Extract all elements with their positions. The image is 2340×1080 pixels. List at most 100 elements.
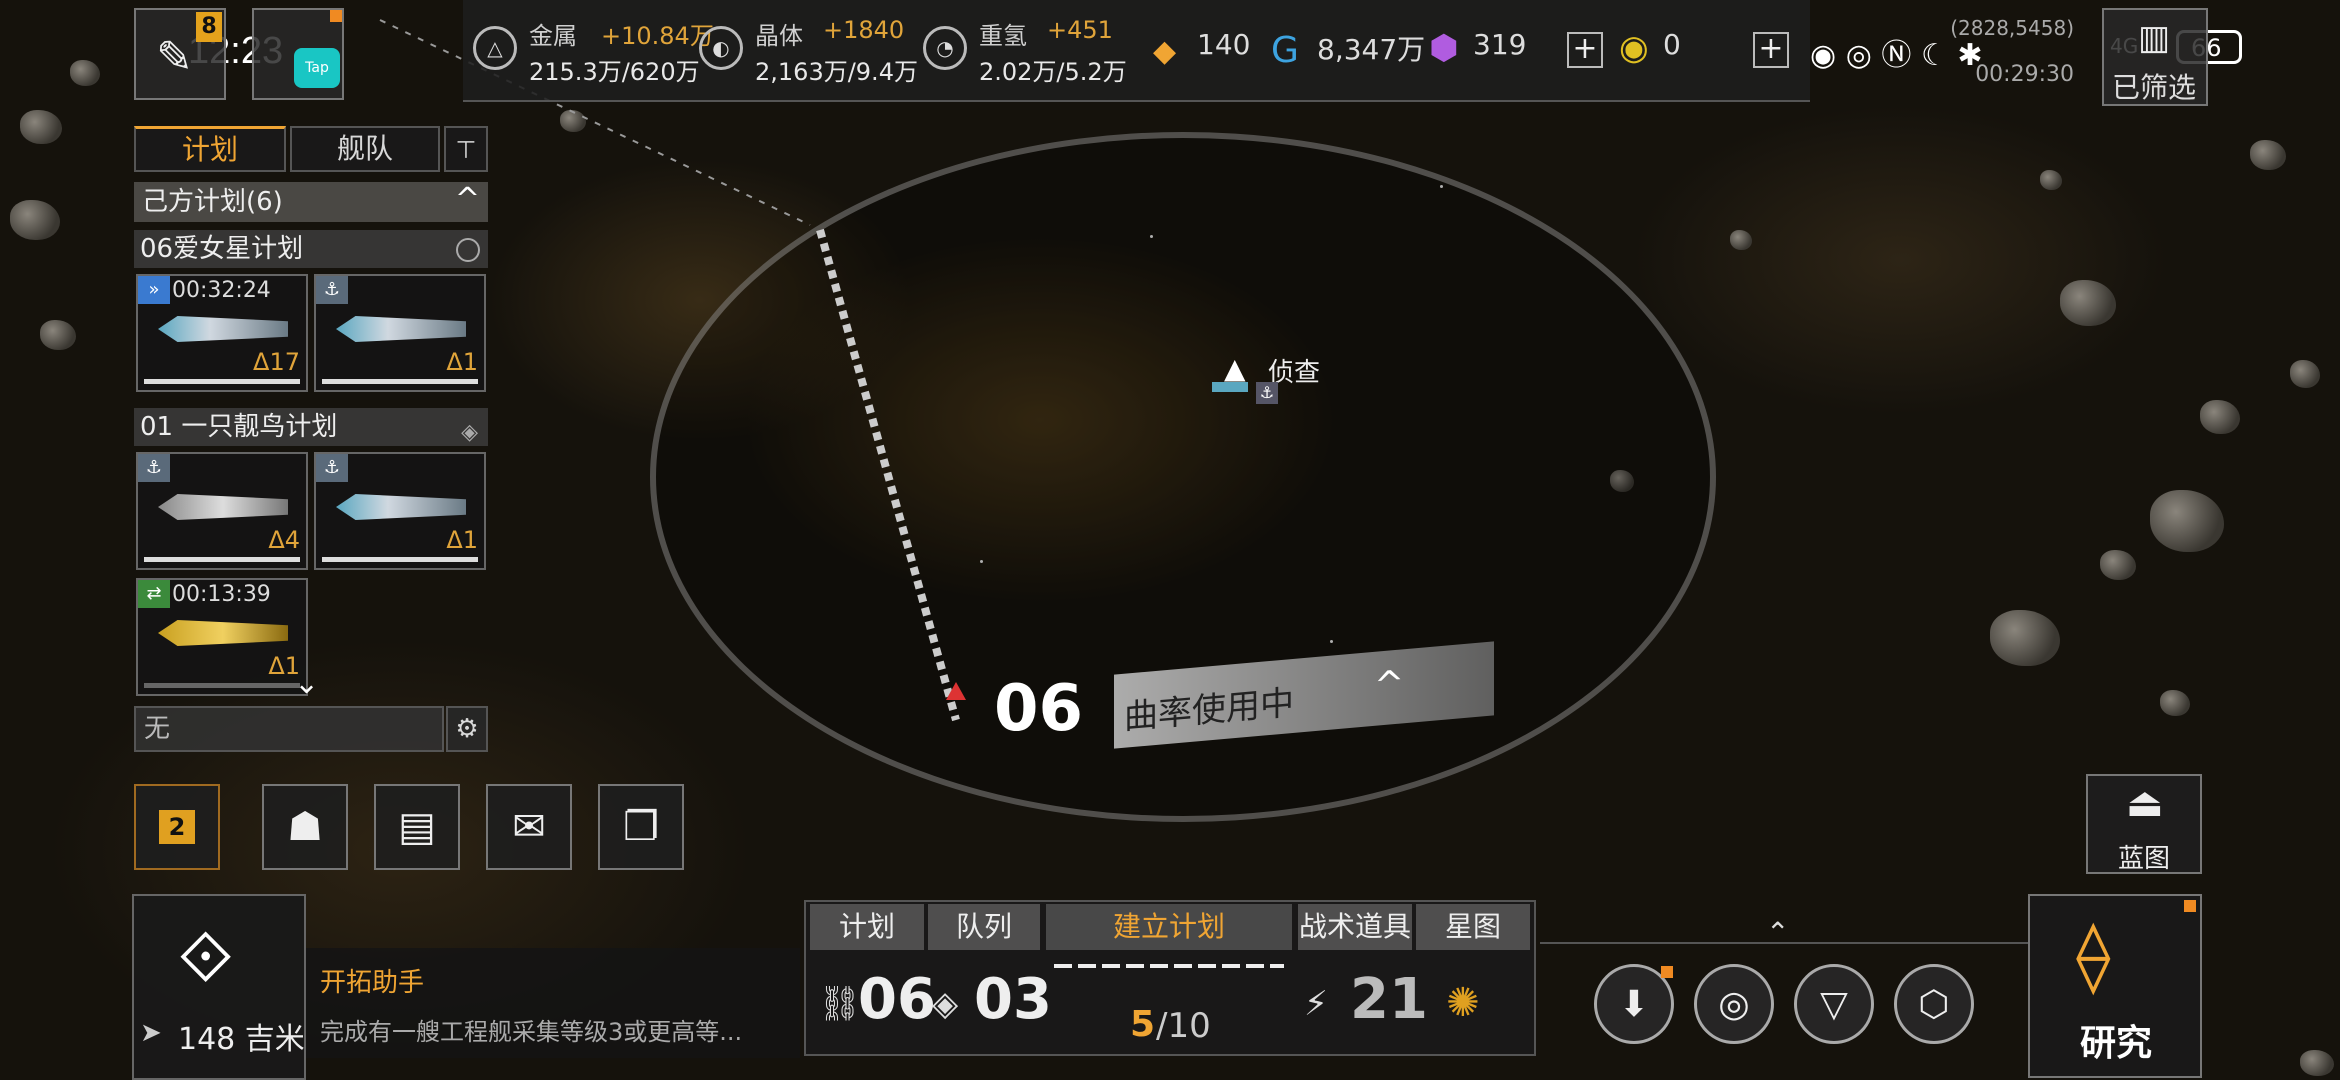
rank-button[interactable]: 2 bbox=[134, 784, 220, 870]
ship-card[interactable]: ⇄ 00:13:39 Δ1 bbox=[136, 578, 308, 696]
ship-image bbox=[158, 494, 288, 520]
fuel-amount: 140 bbox=[1197, 28, 1251, 61]
radio-icon[interactable] bbox=[456, 238, 480, 262]
anchor-icon: ⚓ bbox=[316, 276, 348, 304]
speed-icon: » bbox=[138, 276, 170, 304]
tab-plans[interactable]: 计划 bbox=[134, 126, 286, 172]
assistant-panel[interactable]: 开拓助手 完成有一艘工程舰采集等级3或更高等... bbox=[306, 948, 800, 1058]
blueprint-button[interactable]: ⏏ 蓝图 bbox=[2086, 774, 2202, 874]
tokens-amount: 0 bbox=[1663, 28, 1681, 61]
ship-card[interactable]: ⚓ Δ1 bbox=[314, 274, 486, 392]
ship-timer: 00:13:39 bbox=[172, 582, 271, 607]
ship-level: Δ4 bbox=[268, 526, 300, 554]
avatar[interactable]: ⟐ ➤ 148 吉米 bbox=[132, 894, 306, 1080]
ship-timer: 00:32:24 bbox=[172, 278, 271, 303]
galaxy-button[interactable]: ◎ bbox=[1694, 964, 1774, 1044]
resource-bar: △ 金属 +10.84万 215.3万/620万 ◐ 晶体 +1840 2,16… bbox=[463, 0, 1810, 102]
resource-gain: +10.84万 bbox=[601, 22, 714, 50]
credits-amount: 8,347万 bbox=[1317, 33, 1426, 66]
diamond-icon[interactable]: ◈ bbox=[461, 414, 478, 452]
resource-metal[interactable]: △ 金属 +10.84万 215.3万/620万 bbox=[473, 14, 714, 88]
gear-icon: ⚙ bbox=[455, 714, 479, 744]
build-progress-segments bbox=[1054, 964, 1284, 968]
plan-count-button[interactable]: ⛓ 06 bbox=[812, 956, 936, 1054]
assistant-title: 开拓助手 bbox=[320, 968, 425, 998]
scout-ship-icon bbox=[1212, 382, 1248, 392]
tab-starmap[interactable]: 星图 bbox=[1416, 904, 1530, 950]
add-tokens-button[interactable]: + bbox=[1753, 32, 1789, 68]
tab-build-plan[interactable]: 建立计划 bbox=[1046, 904, 1292, 950]
coordinate-readout[interactable]: (2828,5458) 00:29:30 bbox=[1944, 16, 2074, 106]
gems-icon: ⬢ bbox=[1429, 28, 1459, 68]
contacts-button[interactable]: ☗ bbox=[262, 784, 348, 870]
expand-up-icon[interactable]: ⌃ bbox=[1766, 916, 1789, 949]
resource-crystal[interactable]: ◐ 晶体 +1840 2,163万/9.4万 bbox=[699, 14, 918, 88]
add-gems-button[interactable]: + bbox=[1567, 32, 1603, 68]
build-progress-current: 5 bbox=[1130, 1004, 1156, 1045]
map-plan-label[interactable]: 06 曲率使用中 ^ bbox=[976, 641, 1496, 750]
assistant-desc: 完成有一艘工程舰采集等级3或更高等... bbox=[320, 1018, 743, 1046]
metal-icon: △ bbox=[473, 26, 517, 70]
blueprint-label: 蓝图 bbox=[2118, 844, 2171, 874]
expand-icon: ^ bbox=[1374, 663, 1405, 707]
coordinates: (2828,5458) bbox=[1950, 16, 2074, 40]
sort-button[interactable]: ⊤ bbox=[444, 126, 488, 172]
deuterium-icon: ◔ bbox=[923, 26, 967, 70]
resource-deuterium[interactable]: ◔ 重氢 +451 2.02万/5.2万 bbox=[923, 14, 1127, 88]
notes-button[interactable]: ▤ bbox=[374, 784, 460, 870]
filter-status-button[interactable]: ▥ 已筛选 bbox=[2102, 8, 2208, 106]
own-plans-header[interactable]: 己方计划(6) ^ bbox=[134, 182, 488, 222]
filter-icon: ▥ bbox=[2138, 18, 2171, 58]
resource-amount: 215.3万/620万 bbox=[529, 58, 700, 86]
tab-tactics[interactable]: 战术道具 bbox=[1298, 904, 1412, 950]
builder-badge: 8 bbox=[196, 12, 222, 42]
build-icon: ⇄ bbox=[138, 580, 170, 608]
cursor-icon: ➤ bbox=[140, 1018, 162, 1048]
ship-card[interactable]: ⚓ Δ1 bbox=[314, 452, 486, 570]
queue-count: 03 bbox=[974, 967, 1052, 1032]
chat-button[interactable]: ❐ bbox=[598, 784, 684, 870]
progress-bar bbox=[144, 683, 300, 688]
blueprint-icon: ⏏ bbox=[2126, 780, 2164, 826]
starmap-thumbnail[interactable]: ✺ bbox=[1416, 956, 1530, 1054]
anchor-icon: ⚓ bbox=[1256, 382, 1278, 404]
tab-bottom-queue[interactable]: 队列 bbox=[928, 904, 1040, 950]
queue-count-button[interactable]: ◈ 03 bbox=[928, 956, 1052, 1054]
scroll-down-icon[interactable]: ⌄ bbox=[294, 666, 319, 701]
collect-button[interactable]: ⬇ bbox=[1594, 964, 1674, 1044]
research-icon: ⟠ bbox=[2076, 914, 2111, 996]
tab-bottom-plan[interactable]: 计划 bbox=[810, 904, 924, 950]
research-label: 研究 bbox=[2080, 1023, 2153, 1064]
scout-marker[interactable]: ▲ 侦查 ⚓ bbox=[1212, 352, 1322, 412]
fuel-icon: ◆ bbox=[1153, 34, 1177, 69]
plan-filter-field[interactable]: 无 bbox=[134, 706, 444, 752]
builder-button[interactable]: ✎ 8 bbox=[134, 8, 226, 100]
plan-title: 01 一只靓鸟计划 bbox=[140, 412, 338, 442]
inventory-button[interactable]: ⬡ bbox=[1894, 964, 1974, 1044]
tab-fleets[interactable]: 舰队 bbox=[290, 126, 440, 172]
ship-card[interactable]: ⚓ Δ4 bbox=[136, 452, 308, 570]
alliance-button[interactable]: ▽ bbox=[1794, 964, 1874, 1044]
commander-icon: ⟐ bbox=[178, 916, 234, 998]
filter-settings-button[interactable]: ⚙ bbox=[446, 706, 488, 752]
mail-icon: ✉ bbox=[512, 804, 546, 850]
download-icon: ⬇ bbox=[1618, 983, 1650, 1025]
chat-icon: ❐ bbox=[623, 804, 659, 850]
plan-header[interactable]: 01 一只靓鸟计划 ◈ bbox=[134, 408, 488, 446]
mail-button[interactable]: ✉ bbox=[486, 784, 572, 870]
plan-status: 曲率使用中 bbox=[1124, 682, 1294, 738]
plan-header[interactable]: 06爱女星计划 bbox=[134, 230, 488, 268]
research-button[interactable]: ⟠ 研究 bbox=[2028, 894, 2202, 1078]
plan-status-banner: 曲率使用中 ^ bbox=[1114, 641, 1494, 749]
sort-filter-icon: ⊤ bbox=[455, 136, 477, 164]
tap-button[interactable]: Tap bbox=[252, 8, 344, 100]
build-plan-progress[interactable]: 5 /10 bbox=[1046, 956, 1292, 1054]
cube-icon: ⬡ bbox=[1918, 983, 1950, 1025]
assistant-distance: 148 吉米 bbox=[178, 1022, 305, 1057]
tokens-icon: ◉ bbox=[1619, 28, 1649, 68]
tactics-count-button[interactable]: ⚡ 21 bbox=[1298, 956, 1428, 1054]
build-progress-total: /10 bbox=[1156, 1006, 1211, 1046]
collapse-icon: ^ bbox=[454, 182, 480, 217]
ship-card[interactable]: » 00:32:24 Δ17 bbox=[136, 274, 308, 392]
chevron-up-icon: ▲ bbox=[1224, 352, 1246, 385]
